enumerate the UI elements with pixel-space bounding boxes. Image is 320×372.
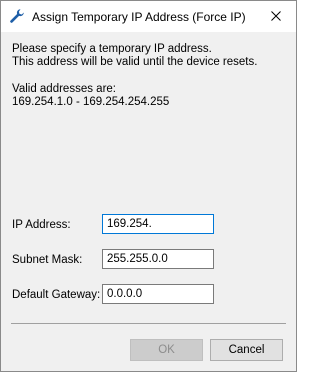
close-button[interactable] bbox=[256, 1, 296, 32]
valid-range-label: Valid addresses are: bbox=[12, 83, 116, 95]
separator bbox=[11, 323, 286, 324]
valid-range-value: 169.254.1.0 - 169.254.254.255 bbox=[12, 96, 170, 108]
close-icon bbox=[271, 10, 281, 24]
instructions: Please specify a temporary IP address. T… bbox=[12, 43, 257, 69]
ip-address-label: IP Address: bbox=[12, 219, 71, 231]
wrench-icon bbox=[9, 8, 25, 24]
dialog-content: Please specify a temporary IP address. T… bbox=[1, 32, 296, 371]
ok-button[interactable]: OK bbox=[130, 339, 203, 361]
instruction-line-2: This address will be valid until the dev… bbox=[12, 56, 258, 68]
ip-address-input[interactable] bbox=[102, 214, 214, 234]
dialog-title: Assign Temporary IP Address (Force IP) bbox=[32, 10, 246, 24]
valid-range-info: Valid addresses are: 169.254.1.0 - 169.2… bbox=[12, 83, 169, 109]
subnet-mask-input[interactable] bbox=[102, 249, 214, 269]
cancel-button[interactable]: Cancel bbox=[210, 339, 283, 361]
force-ip-dialog: Assign Temporary IP Address (Force IP) P… bbox=[0, 0, 297, 372]
subnet-mask-label: Subnet Mask: bbox=[12, 254, 83, 266]
default-gateway-input[interactable] bbox=[102, 284, 214, 304]
instruction-line-1: Please specify a temporary IP address. bbox=[12, 43, 212, 55]
title-bar[interactable]: Assign Temporary IP Address (Force IP) bbox=[1, 1, 296, 32]
default-gateway-label: Default Gateway: bbox=[12, 289, 101, 301]
